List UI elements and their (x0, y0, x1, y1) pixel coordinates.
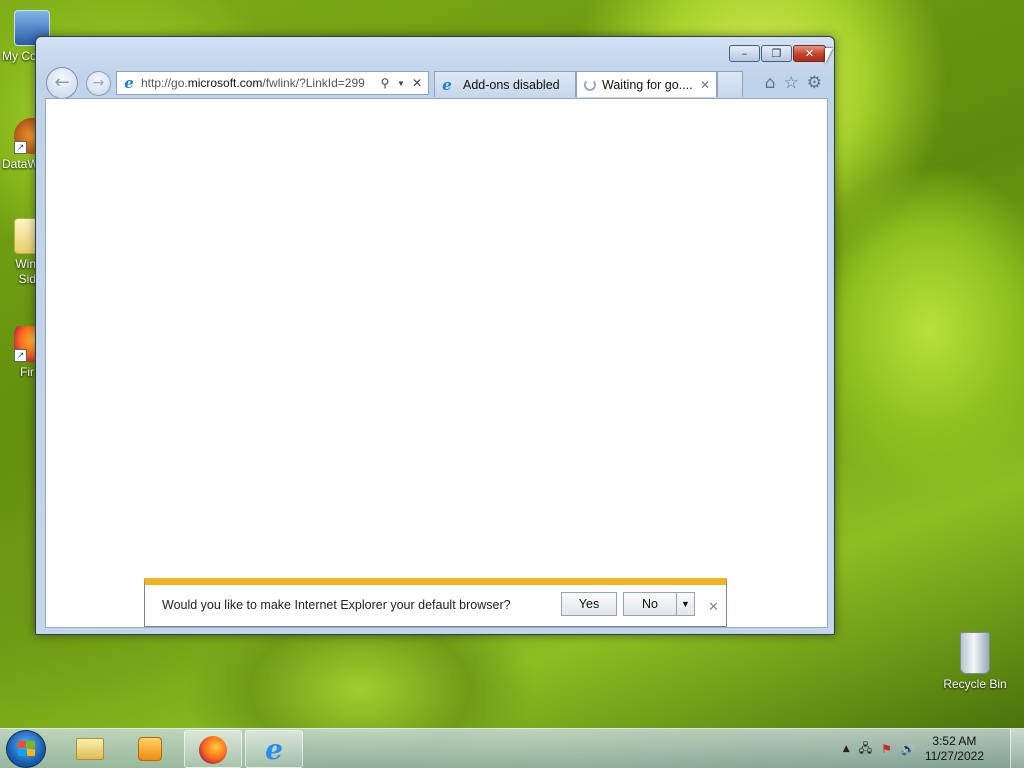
folder-icon (76, 738, 104, 760)
back-button[interactable]: ← (46, 67, 78, 99)
address-dropdown-icon[interactable]: ▼ (393, 79, 409, 88)
start-button[interactable] (6, 730, 46, 768)
media-player-icon (138, 737, 162, 761)
windows-logo-icon (18, 741, 36, 758)
address-bar[interactable]: e http://go.microsoft.com/fwlink/?LinkId… (116, 71, 429, 95)
network-icon[interactable]: 🖧 (859, 739, 872, 760)
desktop-icon-recycle-bin[interactable]: Recycle Bin (941, 632, 1009, 691)
taskbar-explorer-button[interactable] (61, 730, 119, 768)
internet-explorer-window[interactable]: – ❐ ✕ ← → e http://go.microsoft.com/fwli… (35, 36, 835, 635)
firefox-icon (199, 736, 227, 764)
system-tray: ▲ 🖧 ⚑ 🔊 3:52 AM 11/27/2022 (843, 729, 984, 768)
shortcut-arrow-icon: ↗ (14, 349, 27, 362)
taskbar-firefox-button[interactable] (184, 730, 242, 768)
arrow-left-icon: ← (54, 72, 70, 93)
ie-icon: e (124, 74, 134, 92)
volume-icon[interactable]: 🔊 (901, 742, 916, 756)
clock-time: 3:52 AM (932, 734, 977, 748)
new-tab-button[interactable] (717, 71, 743, 97)
desktop-icon-label: Recycle Bin (943, 677, 1007, 691)
window-caption-buttons: – ❐ ✕ (729, 45, 826, 62)
action-center-flag-icon[interactable]: ⚑ (881, 742, 892, 756)
show-hidden-icons-button[interactable]: ▲ (843, 744, 850, 754)
clock-date: 11/27/2022 (924, 749, 984, 763)
show-desktop-button[interactable] (1010, 729, 1024, 768)
default-browser-notification: Would you like to make Internet Explorer… (144, 578, 727, 627)
favorites-star-icon[interactable]: ☆ (784, 73, 799, 93)
gear-icon[interactable]: ⚙ (807, 73, 822, 93)
minimize-button[interactable]: – (729, 45, 760, 62)
url-suffix: /fwlink/?LinkId=299 (262, 76, 365, 90)
no-dropdown-button[interactable]: ▼ (676, 592, 695, 616)
tab-add-ons-disabled[interactable]: e Add-ons disabled (434, 71, 576, 97)
tab-label: Add-ons disabled (463, 77, 560, 92)
ie-icon: e (442, 75, 452, 94)
notification-message: Would you like to make Internet Explorer… (162, 598, 511, 612)
stop-icon[interactable]: ✕ (409, 76, 425, 90)
tab-waiting[interactable]: Waiting for go.... ✕ (576, 71, 717, 97)
tab-label: Waiting for go.... (602, 77, 693, 92)
ie-icon: e (265, 733, 283, 766)
arrow-right-icon: → (92, 75, 105, 91)
address-url[interactable]: http://go.microsoft.com/fwlink/?LinkId=2… (141, 76, 377, 90)
notification-close-icon[interactable]: ✕ (708, 599, 719, 615)
command-icons: ⌂ ☆ ⚙ (765, 73, 822, 93)
loading-spinner-icon (584, 78, 596, 91)
url-domain: microsoft.com (187, 76, 263, 90)
taskbar-ie-button[interactable]: e (245, 730, 303, 768)
tab-close-icon[interactable]: ✕ (698, 78, 712, 92)
home-icon[interactable]: ⌂ (765, 73, 776, 93)
restore-button[interactable]: ❐ (761, 45, 792, 62)
no-button[interactable]: No (623, 592, 677, 616)
yes-button[interactable]: Yes (561, 592, 617, 616)
taskbar: e ▲ 🖧 ⚑ 🔊 3:52 AM 11/27/2022 (0, 728, 1024, 768)
recycle-bin-icon (960, 632, 990, 674)
close-button[interactable]: ✕ (793, 45, 826, 62)
forward-button[interactable]: → (86, 71, 111, 96)
taskbar-media-player-button[interactable] (121, 730, 179, 768)
url-prefix: http://go. (141, 76, 188, 90)
shortcut-arrow-icon: ↗ (14, 141, 27, 154)
mouse-cursor-icon (825, 48, 833, 64)
page-content[interactable] (45, 98, 828, 628)
clock[interactable]: 3:52 AM 11/27/2022 (925, 734, 984, 764)
search-icon[interactable]: ⚲ (377, 76, 393, 90)
